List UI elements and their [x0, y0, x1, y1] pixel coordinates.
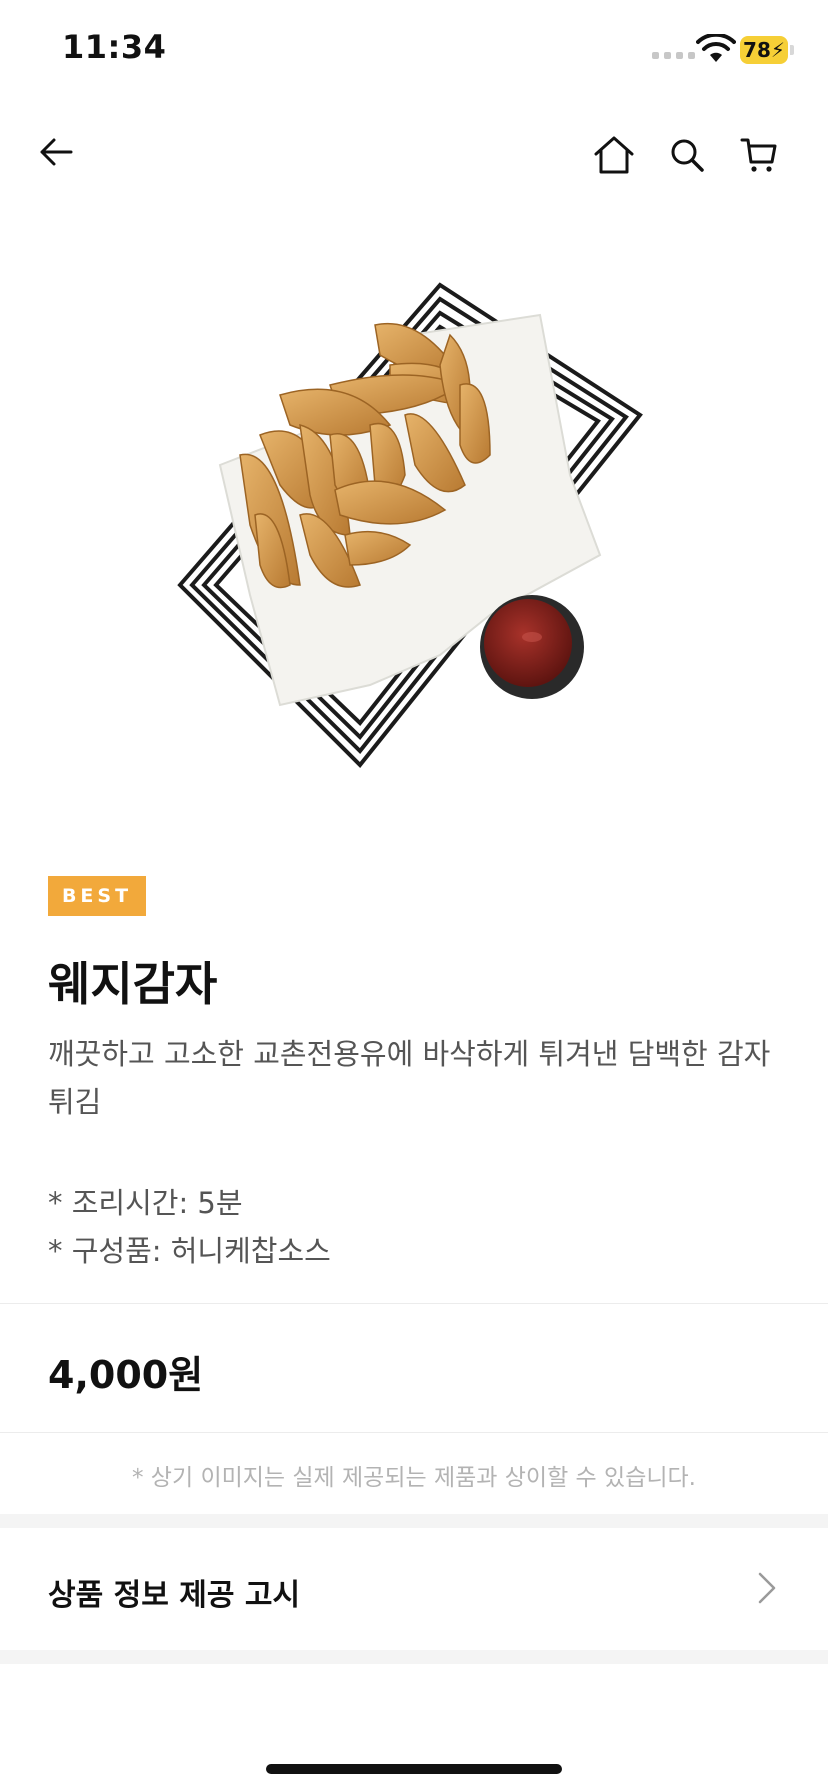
spec-components: * 구성품: 허니케찹소스: [48, 1234, 331, 1268]
section-separator: [0, 1514, 828, 1528]
spec-cooking-time: * 조리시간: 5분: [48, 1186, 243, 1220]
cart-icon: [740, 138, 777, 172]
product-image: [177, 282, 643, 768]
battery-icon: 78 ⚡: [740, 36, 788, 64]
home-icon: [594, 136, 634, 174]
home-indicator: [266, 1764, 562, 1774]
product-price: 4,000원: [48, 1353, 204, 1397]
chevron-right-icon: [758, 1572, 776, 1604]
wifi-icon: [696, 34, 736, 62]
search-button[interactable]: [657, 125, 717, 185]
status-bar: 11:34 78 ⚡: [0, 0, 828, 100]
best-badge: BEST: [48, 876, 146, 916]
cellular-signal-icon: [652, 52, 695, 59]
section-separator: [0, 1650, 828, 1664]
status-time: 11:34: [62, 28, 167, 66]
search-icon: [671, 139, 704, 172]
divider: [0, 1432, 828, 1433]
battery-level: 78: [743, 38, 771, 62]
product-info-notice-row[interactable]: 상품 정보 제공 고시: [0, 1530, 828, 1650]
arrow-left-icon: [40, 138, 73, 166]
battery-nub: [790, 45, 794, 55]
notice-label: 상품 정보 제공 고시: [48, 1578, 301, 1613]
product-detail-page: 11:34 78 ⚡ BEST 웨지감자 깨끗하고 고소한 교촌전용유에 바삭하…: [0, 0, 828, 1792]
product-description: 깨끗하고 고소한 교촌전용유에 바삭하게 튀겨낸 담백한 감자튀김: [48, 1037, 771, 1119]
home-button[interactable]: [584, 125, 644, 185]
product-name: 웨지감자: [48, 957, 218, 1011]
back-button[interactable]: [26, 122, 86, 182]
divider: [0, 1303, 828, 1304]
top-navigation: [0, 120, 828, 190]
image-disclaimer: * 상기 이미지는 실제 제공되는 제품과 상이할 수 있습니다.: [132, 1465, 696, 1491]
cart-button[interactable]: [729, 125, 789, 185]
